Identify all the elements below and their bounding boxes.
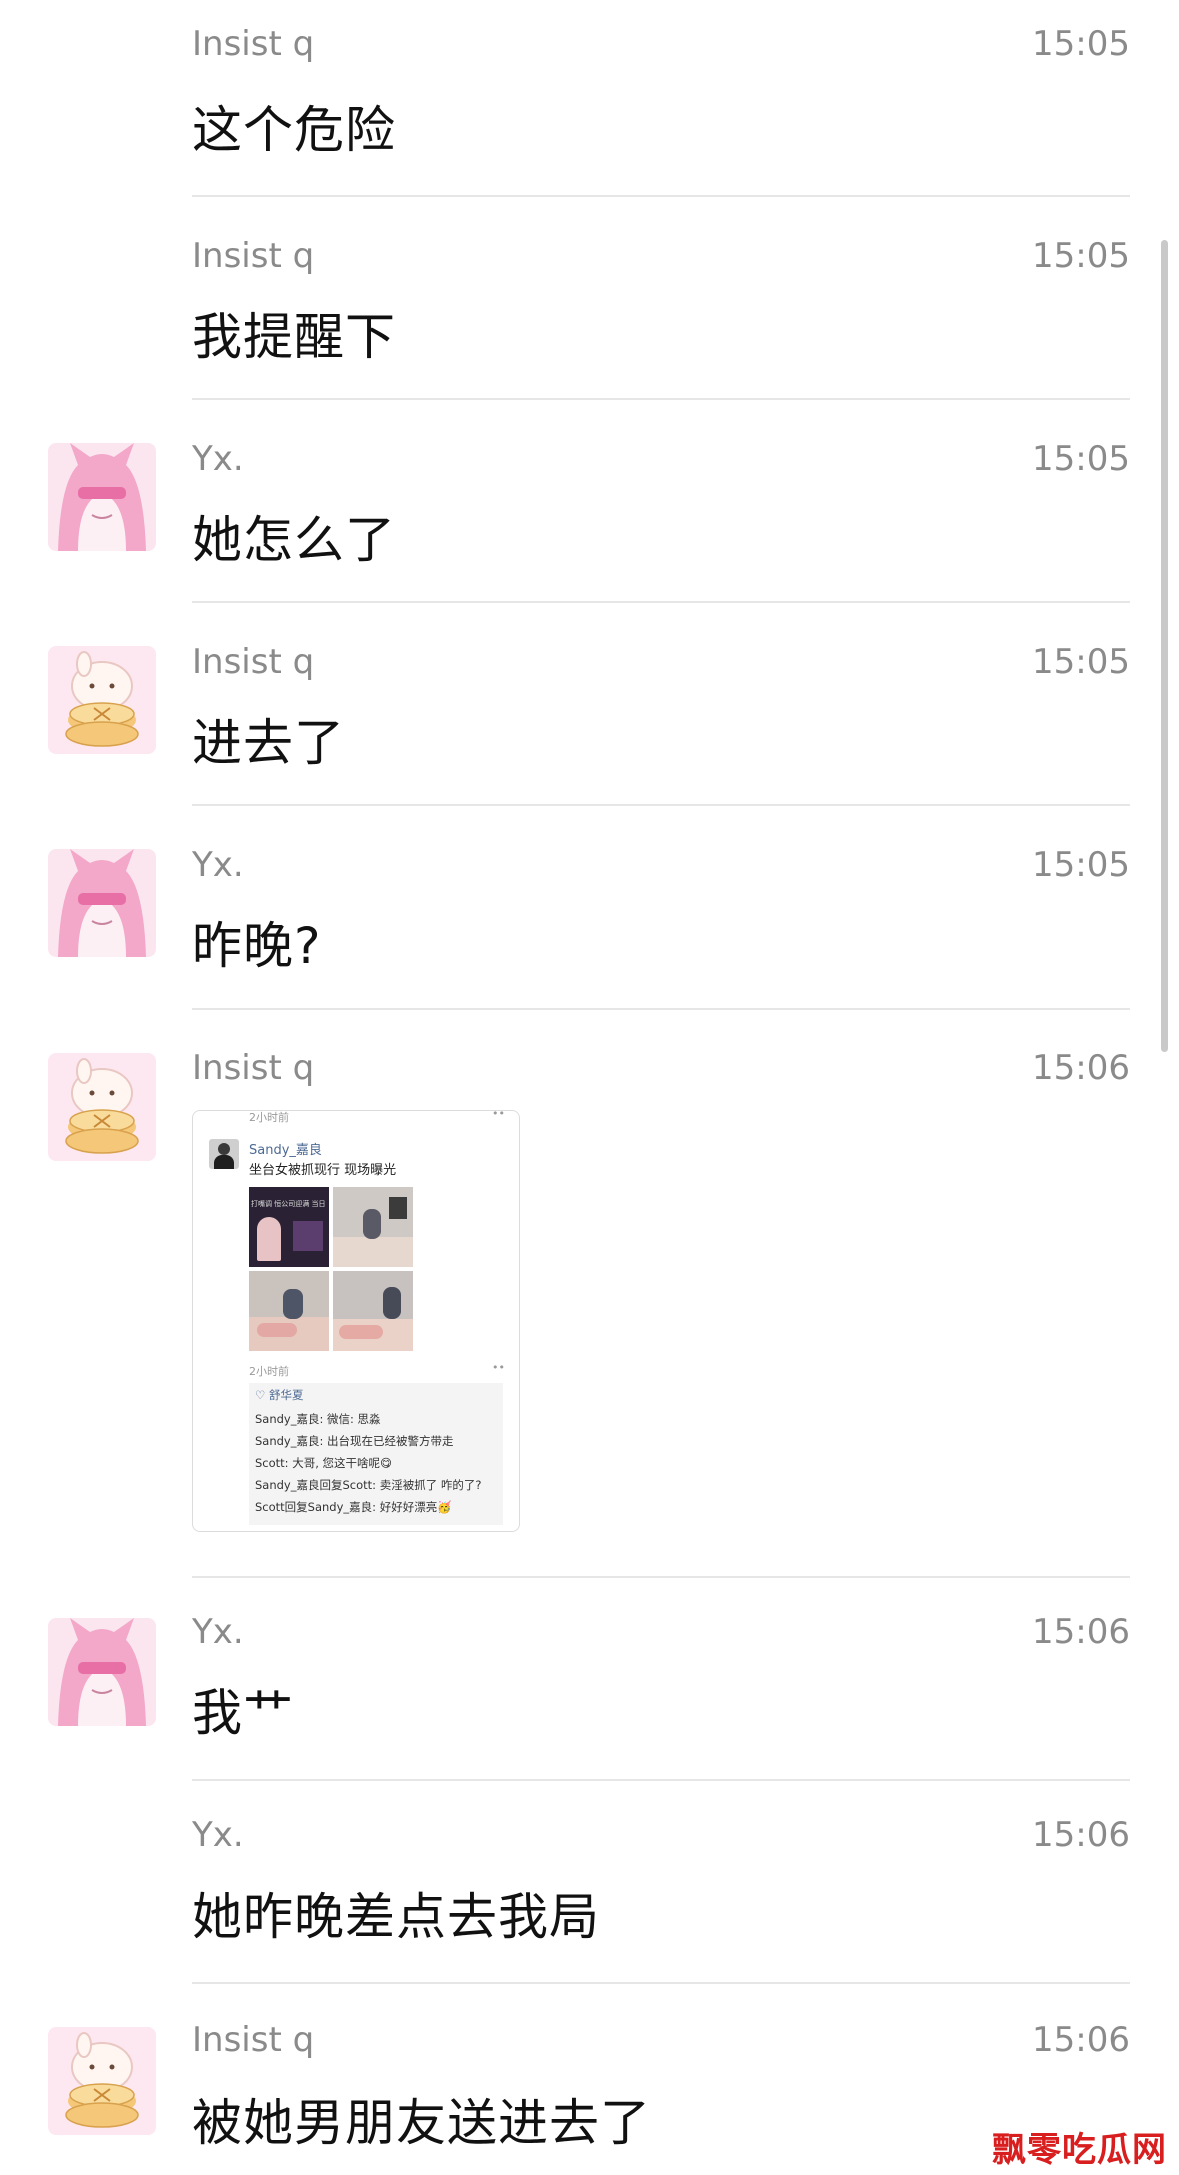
watermark: 飘零吃瓜网 — [992, 2130, 1167, 2170]
sender-name: Insist q — [192, 642, 315, 682]
message-text: 我提醒下 — [192, 308, 396, 366]
more-icon: •• — [492, 1361, 505, 1374]
post-photo: 打嘴调 恒公司迎满 当日 — [249, 1187, 329, 1267]
pink-cat-girl-icon — [48, 443, 156, 551]
comment-section: ♡ 舒华夏 Sandy_嘉良: 微信: 思淼 Sandy_嘉良: 出台现在已经被… — [249, 1383, 503, 1525]
post-time: 2小时前 — [249, 1365, 289, 1378]
bunny-pancake-icon — [48, 646, 156, 754]
divider — [192, 1779, 1130, 1781]
post-photo — [249, 1271, 329, 1351]
post-photo — [333, 1187, 413, 1267]
post-text: 坐台女被抓现行 现场曝光 — [249, 1163, 397, 1178]
divider — [192, 1982, 1130, 1984]
sender-name: Yx. — [192, 439, 244, 479]
avatar[interactable] — [48, 1053, 156, 1161]
message-time: 15:06 — [1032, 2020, 1130, 2060]
sender-name: Insist q — [192, 2020, 315, 2060]
message-time: 15:05 — [1032, 236, 1130, 276]
pink-cat-girl-icon — [48, 1618, 156, 1726]
avatar[interactable] — [48, 443, 156, 551]
divider — [192, 1576, 1130, 1578]
shared-image[interactable]: 2小时前 •• Sandy_嘉良 坐台女被抓现行 现场曝光 打嘴调 恒公司迎满 … — [192, 1110, 520, 1532]
sender-name: Insist q — [192, 236, 315, 276]
divider — [192, 804, 1130, 806]
heart-icon: ♡ — [255, 1388, 269, 1402]
message-text: 昨晚? — [192, 917, 322, 975]
message-text: 进去了 — [192, 714, 345, 772]
bunny-pancake-icon — [48, 2027, 156, 2135]
message-time: 15:05 — [1032, 439, 1130, 479]
message-text: 我艹 — [192, 1684, 294, 1742]
avatar[interactable] — [48, 849, 156, 957]
message-text: 她昨晚差点去我局 — [192, 1888, 600, 1946]
more-icon: •• — [492, 1110, 505, 1120]
sender-name: Insist q — [192, 24, 315, 64]
sender-name: Yx. — [192, 845, 244, 885]
message-text: 这个危险 — [192, 101, 396, 159]
poster-name: Sandy_嘉良 — [249, 1143, 322, 1158]
comment-line: Sandy_嘉良: 出台现在已经被警方带走 — [255, 1434, 454, 1448]
divider — [192, 601, 1130, 603]
scrollbar[interactable] — [1161, 240, 1168, 1052]
likes-row: ♡ 舒华夏 — [255, 1388, 304, 1402]
sender-name: Yx. — [192, 1612, 244, 1652]
comment-line: Scott回复Sandy_嘉良: 好好好漂亮🥳 — [255, 1500, 452, 1514]
message-text: 被她男朋友送进去了 — [192, 2094, 651, 2152]
poster-avatar — [209, 1139, 239, 1169]
message-time: 15:06 — [1032, 1048, 1130, 1088]
post-photo — [333, 1271, 413, 1351]
pink-cat-girl-icon — [48, 849, 156, 957]
message-time: 15:05 — [1032, 24, 1130, 64]
message-time: 15:05 — [1032, 642, 1130, 682]
sender-name: Yx. — [192, 1815, 244, 1855]
bunny-pancake-icon — [48, 1053, 156, 1161]
message-text: 她怎么了 — [192, 511, 396, 569]
message-time: 15:06 — [1032, 1612, 1130, 1652]
avatar[interactable] — [48, 646, 156, 754]
message-time: 15:05 — [1032, 845, 1130, 885]
comment-line: Scott: 大哥, 您这干啥呢😋 — [255, 1456, 393, 1470]
message-time: 15:06 — [1032, 1815, 1130, 1855]
sender-name: Insist q — [192, 1048, 315, 1088]
divider — [192, 398, 1130, 400]
divider — [192, 1008, 1130, 1010]
post-time: 2小时前 — [249, 1111, 289, 1124]
avatar[interactable] — [48, 2027, 156, 2135]
comment-line: Sandy_嘉良: 微信: 思淼 — [255, 1412, 381, 1426]
avatar[interactable] — [48, 1618, 156, 1726]
comment-line: Sandy_嘉良回复Scott: 卖淫被抓了 咋的了? — [255, 1478, 482, 1492]
divider — [192, 195, 1130, 197]
